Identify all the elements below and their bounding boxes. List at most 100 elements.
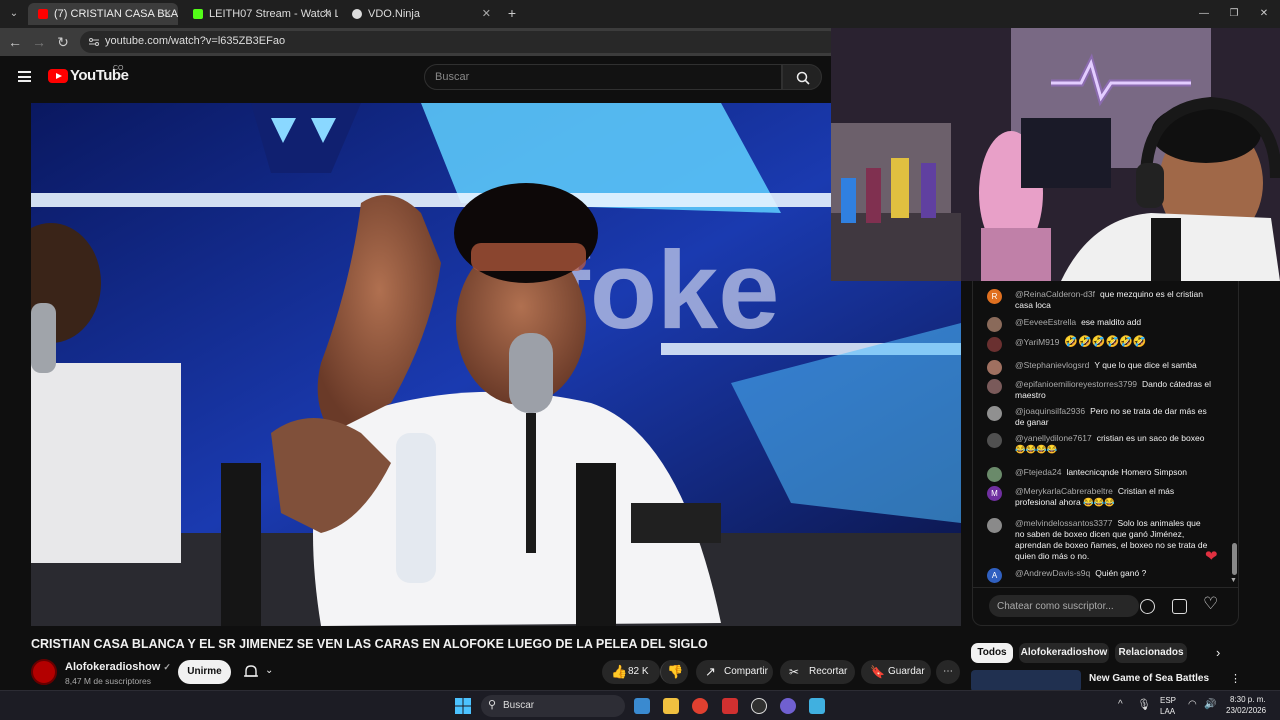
chat-username[interactable]: @Stephanievlogsrd (1015, 360, 1089, 370)
save-label: Guardar (888, 666, 925, 677)
chat-username[interactable]: @MerykarlaCabrerabeltre (1015, 486, 1113, 496)
close-icon[interactable]: ✕ (163, 7, 172, 20)
folder-icon[interactable] (663, 698, 679, 714)
windows-start-icon[interactable] (455, 698, 471, 714)
search-input[interactable]: Buscar (424, 64, 782, 90)
restore-button[interactable]: ❐ (1226, 6, 1242, 22)
video-player[interactable]: ofoke e (31, 103, 961, 626)
site-info-icon[interactable] (88, 36, 100, 48)
chat-username[interactable]: @melvindelossantos3377 (1015, 518, 1112, 528)
related-video-thumbnail[interactable] (971, 670, 1081, 692)
language-region[interactable]: LAA (1160, 707, 1175, 716)
tab-kick[interactable]: LEITH07 Stream - Watch Live o ✕ (183, 3, 338, 25)
join-button[interactable]: Unirme (178, 660, 231, 684)
forward-icon[interactable]: → (31, 34, 47, 50)
avatar[interactable]: A (987, 568, 1002, 583)
chevron-down-icon: ⌄ (265, 665, 274, 676)
scissors-icon: ✂ (789, 665, 800, 679)
avatar[interactable] (987, 379, 1002, 394)
chat-username[interactable]: @ReinaCalderon-d3f (1015, 289, 1095, 299)
live-chat-panel: R @ReinaCalderon-d3f que mezquino es el c… (972, 281, 1239, 626)
channel-avatar[interactable] (31, 659, 57, 685)
search-icon: ⚲ (488, 699, 497, 711)
wifi-icon[interactable]: ◠ (1188, 699, 1197, 710)
chat-username[interactable]: @Ftejeda24 (1015, 467, 1061, 477)
chat-username[interactable]: @yanellydilone7617 (1015, 433, 1092, 443)
vdo-ninja-icon (352, 9, 362, 19)
avatar[interactable] (987, 467, 1002, 482)
menu-icon[interactable] (18, 71, 31, 82)
chat-message: @melvindelossantos3377 Solo los animales … (987, 518, 1212, 562)
close-window-button[interactable]: ✕ (1256, 6, 1272, 22)
related-video-title[interactable]: New Game of Sea Battles (1089, 673, 1209, 684)
chip-all[interactable]: Todos (971, 643, 1013, 663)
close-icon[interactable]: ✕ (482, 7, 491, 20)
dislike-button[interactable]: 👎 (660, 660, 688, 684)
chat-username[interactable]: @EeveeEstrella (1015, 317, 1076, 327)
clock-time[interactable]: 8:30 p. m. (1230, 695, 1266, 704)
avatar[interactable] (987, 433, 1002, 448)
chips-next-icon[interactable]: › (1216, 645, 1220, 660)
avatar[interactable] (987, 337, 1002, 352)
notepad-icon[interactable] (809, 698, 825, 714)
like-button[interactable]: 👍 82 K (602, 660, 660, 684)
emoji-icon[interactable] (1140, 599, 1155, 614)
thumbs-up-icon: 👍 (611, 664, 628, 679)
tab-vdo-ninja[interactable]: VDO.Ninja ✕ (342, 3, 497, 25)
app-icon[interactable] (722, 698, 738, 714)
chat-username[interactable]: @epifanioemilioreyestorres3799 (1015, 379, 1137, 389)
youtube-logo-icon[interactable] (48, 69, 68, 83)
chat-username[interactable]: @YariM919 (1015, 337, 1059, 347)
channel-name-text[interactable]: Alofokeradioshow (65, 661, 160, 673)
minimize-button[interactable]: — (1196, 6, 1212, 22)
reload-icon[interactable]: ↻ (55, 34, 71, 50)
search-button[interactable] (782, 64, 822, 90)
volume-icon[interactable]: 🔊 (1204, 699, 1216, 710)
language-indicator[interactable]: ESP (1160, 696, 1176, 705)
avatar[interactable] (987, 406, 1002, 421)
webcam-overlay (831, 28, 1280, 281)
chat-message: @YariM919 🤣🤣🤣🤣🤣🤣 (987, 337, 1212, 352)
obs-icon[interactable] (751, 698, 767, 714)
clip-button[interactable]: ✂ Recortar (780, 660, 855, 684)
discord-icon[interactable] (780, 698, 796, 714)
tray-chevron-icon[interactable]: ^ (1118, 699, 1123, 710)
scroll-down-icon[interactable]: ▼ (1230, 577, 1237, 584)
new-tab-button[interactable]: + (504, 5, 520, 21)
microphone-icon[interactable]: 🎙 (1137, 698, 1151, 711)
more-actions-button[interactable]: ⋯ (936, 660, 960, 684)
tab-search-chevron-icon[interactable]: ⌄ (6, 6, 22, 22)
chat-divider (973, 587, 1238, 588)
bookmark-icon: 🔖 (870, 665, 885, 679)
clip-label: Recortar (809, 666, 848, 677)
related-more-icon[interactable]: ⋮ (1230, 672, 1241, 685)
chat-scrollbar[interactable] (1232, 543, 1237, 575)
like-heart-icon[interactable]: ♡ (1203, 594, 1218, 614)
avatar[interactable] (987, 518, 1002, 533)
more-icon: ⋯ (943, 666, 953, 677)
taskbar-search-input[interactable]: ⚲ Buscar (481, 695, 625, 717)
close-icon[interactable]: ✕ (323, 7, 332, 20)
chat-input[interactable]: Chatear como suscriptor... (989, 595, 1139, 617)
avatar[interactable]: R (987, 289, 1002, 304)
share-button[interactable]: ↗ Compartir (696, 660, 773, 684)
avatar[interactable]: M (987, 486, 1002, 501)
chrome-icon[interactable] (692, 698, 708, 714)
file-explorer-icon[interactable] (634, 698, 650, 714)
avatar[interactable] (987, 360, 1002, 375)
avatar[interactable] (987, 317, 1002, 332)
video-frame: ofoke e (31, 103, 961, 626)
chat-username[interactable]: @joaquinsilfa2936 (1015, 406, 1085, 416)
back-icon[interactable]: ← (7, 34, 23, 50)
clock-date[interactable]: 23/02/2026 (1226, 706, 1266, 715)
chat-username[interactable]: @AndrewDavis-s9q (1015, 568, 1090, 578)
chip-related[interactable]: Relacionados (1115, 643, 1187, 663)
channel-name[interactable]: Alofokeradioshow ✓ (65, 661, 171, 673)
chat-text: Quién ganó ? (1095, 568, 1147, 578)
super-chat-icon[interactable] (1172, 599, 1187, 614)
chip-channel[interactable]: Alofokeradioshow (1019, 643, 1109, 663)
notification-bell-button[interactable]: ⌄ (236, 660, 282, 684)
url-field[interactable]: youtube.com/watch?v=l635ZB3EFao (80, 31, 840, 53)
tab-youtube[interactable]: (7) CRISTIAN CASA BLANCA ✕ (28, 3, 178, 25)
save-button[interactable]: 🔖 Guardar (861, 660, 931, 684)
